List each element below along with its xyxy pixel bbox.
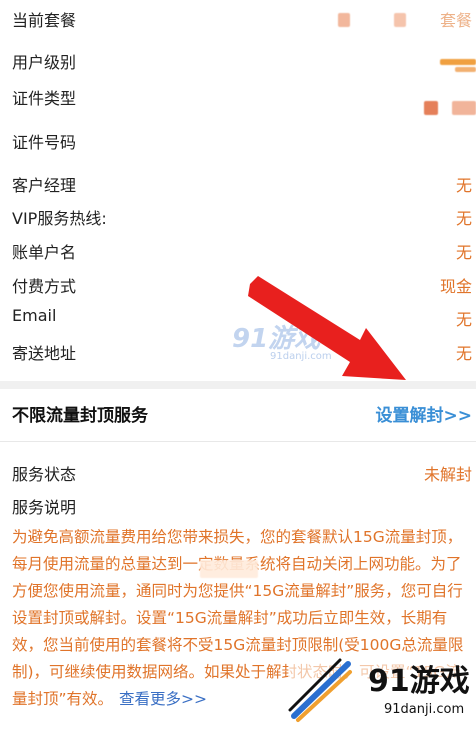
- info-value: 无: [455, 243, 472, 262]
- redacted-block: [424, 101, 438, 115]
- info-row-id-type: 证件类型: [0, 81, 476, 115]
- redacted-block: [452, 101, 476, 115]
- redacted-block: [200, 560, 258, 578]
- info-value: 套餐: [439, 11, 472, 30]
- info-row-manager: 客户经理 无: [0, 168, 476, 201]
- info-label: 证件号码: [12, 133, 77, 152]
- info-value: 无: [455, 344, 472, 363]
- service-label: 服务说明: [12, 498, 77, 517]
- info-label: 当前套餐: [12, 11, 77, 30]
- info-row-level: 用户级别: [0, 45, 476, 78]
- section-title: 不限流量封顶服务: [12, 406, 148, 426]
- service-row-status: 服务状态 未解封: [0, 457, 476, 490]
- info-row-vip-hotline: VIP服务热线: 无: [0, 201, 476, 234]
- view-more-link[interactable]: 查看更多>>: [119, 690, 207, 708]
- pen-stroke-icon: [288, 658, 352, 722]
- info-label: 寄送地址: [12, 344, 77, 363]
- redacted-block: [455, 67, 476, 72]
- info-value: 无: [455, 209, 472, 228]
- info-value: 无: [455, 310, 472, 329]
- info-label: 证件类型: [12, 89, 77, 108]
- info-row-bill-name: 账单户名 无: [0, 235, 476, 268]
- service-label: 服务状态: [12, 465, 77, 484]
- corner-watermark: 91游戏 91danji.com: [288, 652, 476, 731]
- info-label: VIP服务热线:: [12, 209, 107, 228]
- corner-watermark-url: 91danji.com: [384, 702, 465, 717]
- red-arrow-annotation: [248, 276, 406, 380]
- info-row-id-number: 证件号码: [0, 125, 476, 158]
- info-label: 账单户名: [12, 243, 77, 262]
- info-row-plan: 当前套餐 套餐: [0, 3, 476, 36]
- info-label: Email: [12, 306, 57, 325]
- redacted-block: [440, 59, 476, 65]
- corner-watermark-text: 91游戏: [368, 664, 470, 699]
- info-value: 现金: [439, 277, 472, 296]
- redacted-block: [394, 13, 406, 27]
- set-unlock-link[interactable]: 设置解封>>: [376, 401, 473, 426]
- info-label: 用户级别: [12, 53, 77, 72]
- section-hr: [0, 441, 476, 442]
- service-row-description: 服务说明: [0, 490, 476, 523]
- service-status-value: 未解封: [423, 465, 472, 484]
- info-label: 付费方式: [12, 277, 77, 296]
- redacted-block: [338, 13, 350, 27]
- info-label: 客户经理: [12, 176, 77, 195]
- info-value: 无: [455, 176, 472, 195]
